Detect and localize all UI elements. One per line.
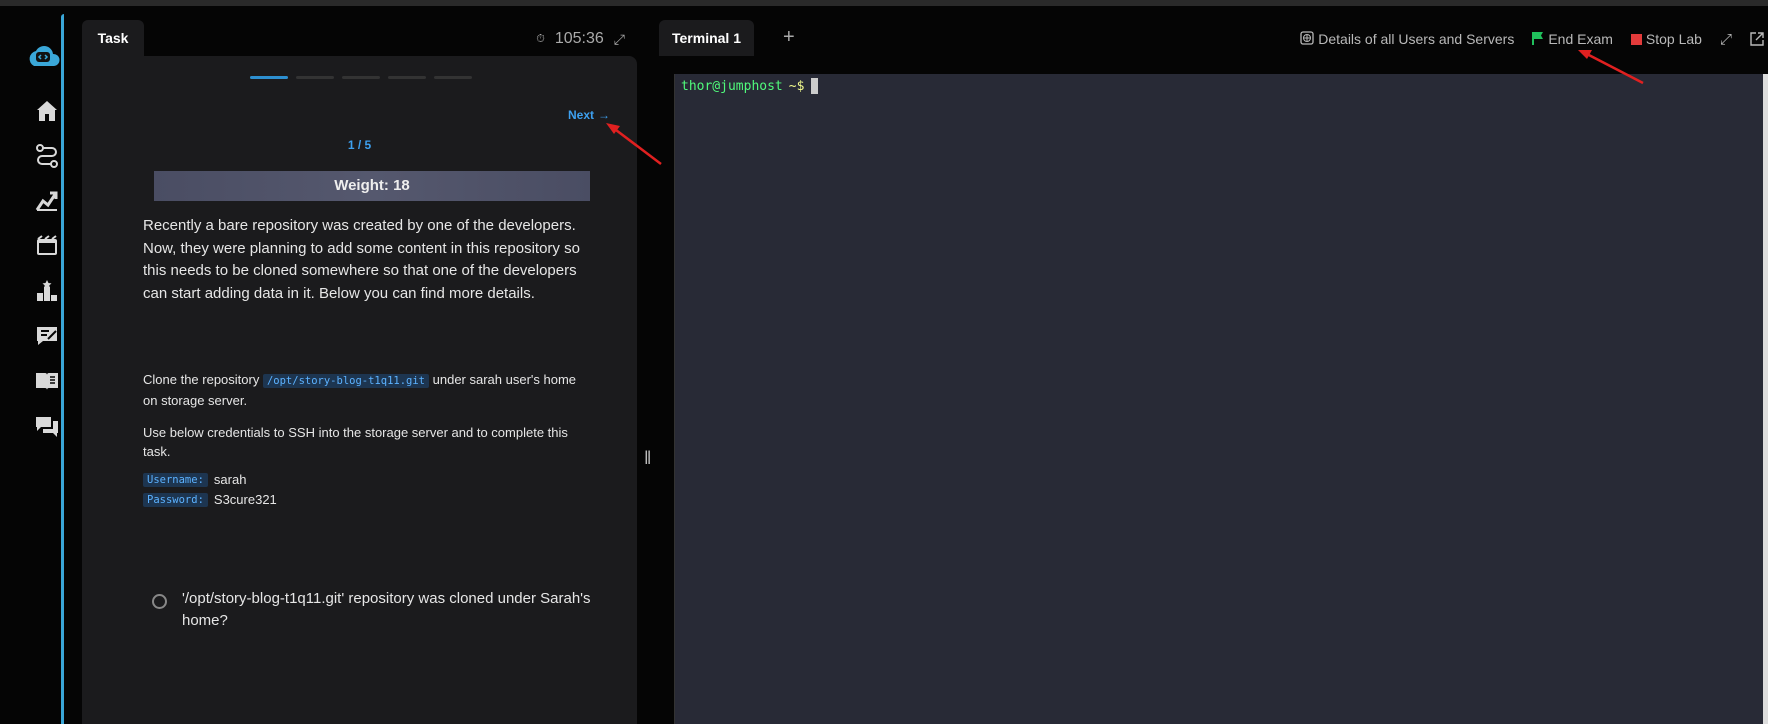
notes-icon[interactable] [34, 323, 60, 349]
details-button[interactable]: Details of all Users and Servers [1300, 30, 1515, 48]
question-counter: 1 / 5 [347, 138, 372, 152]
home-icon[interactable] [34, 98, 60, 124]
popout-icon[interactable] [1750, 32, 1764, 46]
step-2 [296, 76, 334, 79]
expand-icon[interactable]: ⤢ [614, 31, 625, 48]
end-exam-button[interactable]: End Exam [1532, 31, 1613, 48]
task-panel: Task ⏱ 105:36 ⤢ Next → 1 / 5 Weight: 18 … [82, 20, 637, 724]
details-label: Details of all Users and Servers [1318, 31, 1515, 47]
prompt-symbol: ~$ [788, 78, 805, 94]
tab-task[interactable]: Task [82, 20, 144, 56]
ssh-note: Use below credentials to SSH into the st… [143, 425, 568, 459]
progress-steps [250, 76, 472, 79]
repo-path-code: /opt/story-blog-t1q11.git [262, 374, 430, 388]
tab-terminal-1[interactable]: Terminal 1 [659, 20, 754, 56]
task-description: Recently a bare repository was created b… [143, 217, 580, 302]
sidebar-edge [61, 14, 64, 724]
panel-splitter[interactable]: ‖ [644, 448, 651, 469]
terminal-cursor [811, 78, 819, 94]
next-button[interactable]: Next → [568, 108, 610, 122]
question-radio[interactable] [152, 594, 167, 609]
stop-icon [1630, 33, 1642, 45]
task-header-tools: ⏱ 105:36 ⤢ [536, 28, 625, 50]
arrow-right-icon: → [598, 108, 611, 122]
username-row: Username: sarah [143, 472, 246, 487]
leaderboard-icon[interactable] [34, 278, 60, 304]
stop-lab-label: Stop Lab [1645, 31, 1702, 47]
exam-timer: 105:36 [554, 30, 604, 47]
password-row: Password: S3cure321 [143, 492, 277, 507]
terminal-scrollbar[interactable] [1763, 74, 1768, 724]
username-label: Username: [143, 472, 208, 487]
media-icon[interactable] [34, 233, 60, 259]
weight-banner: Weight: 18 [154, 171, 590, 201]
end-exam-label: End Exam [1548, 31, 1613, 47]
terminal-actions: Details of all Users and Servers End Exa… [1300, 28, 1764, 50]
step-1 [250, 76, 288, 79]
step-5 [434, 76, 472, 79]
book-icon[interactable] [34, 368, 60, 394]
terminal-screen[interactable]: thor@jumphost ~$ [674, 74, 1765, 724]
chat-icon[interactable] [34, 413, 60, 439]
stop-lab-button[interactable]: Stop Lab [1630, 31, 1702, 47]
shell-prompt: thor@jumphost ~$ [681, 78, 819, 94]
fullscreen-icon[interactable]: ⤢ [1720, 31, 1732, 48]
clone-instruction: Clone the repository /opt/story-blog-t1q… [143, 370, 583, 410]
flag-icon [1532, 31, 1544, 48]
prompt-user-host: thor@jumphost [681, 78, 783, 94]
username-value: sarah [213, 472, 247, 487]
chart-icon[interactable] [34, 188, 60, 214]
clock-icon: ⏱ [536, 32, 545, 45]
logo-icon[interactable] [26, 44, 62, 70]
next-label: Next [568, 108, 595, 122]
task-content: Next → 1 / 5 Weight: 18 Recently a bare … [82, 56, 637, 724]
terminal-panel: Terminal 1 + Details of all Users and Se… [659, 20, 1768, 724]
password-label: Password: [143, 492, 208, 507]
step-3 [342, 76, 380, 79]
add-terminal-button[interactable]: + [783, 26, 795, 49]
check-question: '/opt/story-blog-t1q11.git' repository w… [182, 590, 591, 629]
route-icon[interactable] [34, 143, 60, 169]
clone-pre: Clone the repository [143, 372, 260, 387]
globe-icon [1300, 30, 1314, 48]
password-value: S3cure321 [213, 492, 277, 507]
step-4 [388, 76, 426, 79]
